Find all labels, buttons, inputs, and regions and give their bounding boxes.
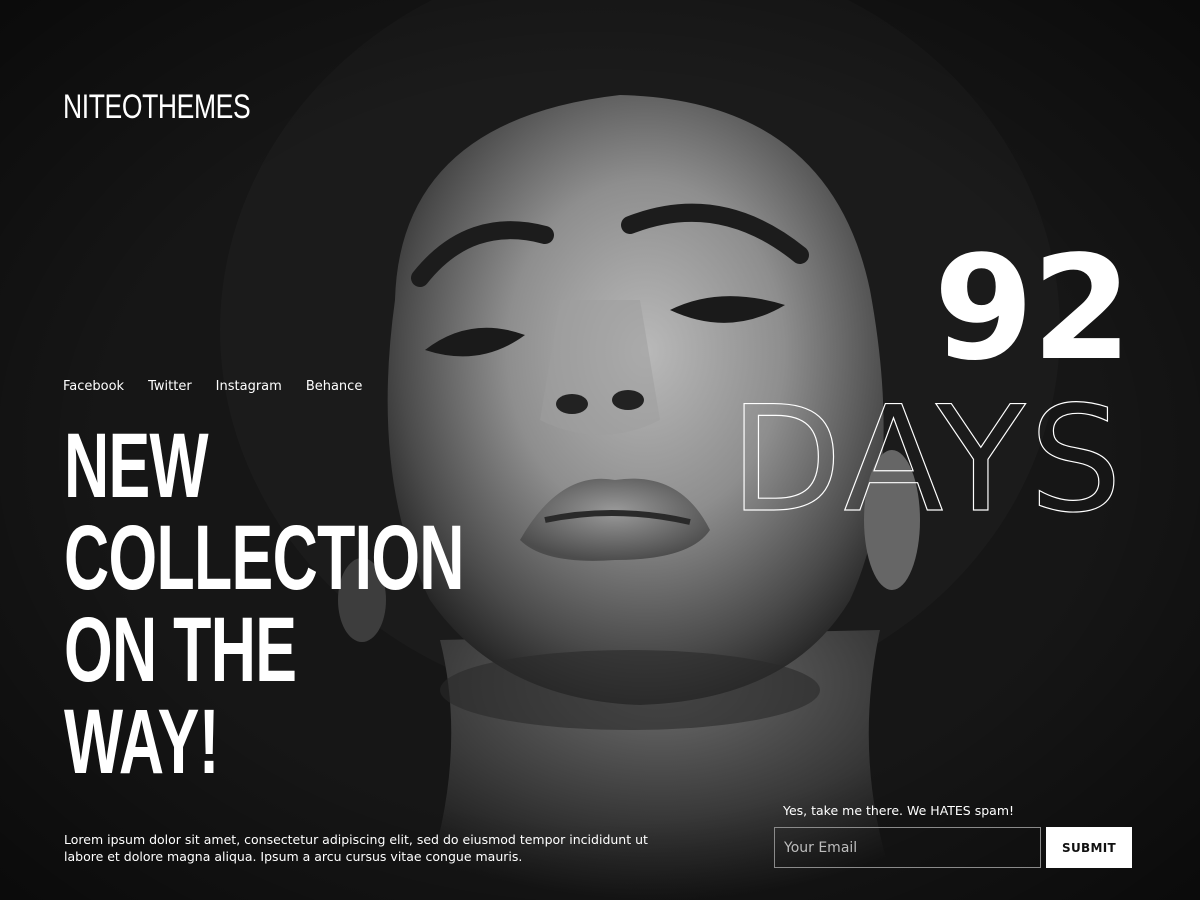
headline-line: ON THE (64, 599, 297, 701)
submit-button[interactable]: SUBMIT (1046, 827, 1132, 868)
facebook-link[interactable]: Facebook (63, 379, 124, 394)
site-logo[interactable]: NITEOTHEMES (63, 88, 251, 127)
countdown-unit: DAYS (729, 374, 1126, 532)
footer-description: Lorem ipsum dolor sit amet, consectetur … (64, 832, 648, 864)
headline-line: NEW (64, 415, 209, 517)
subscribe-label: Yes, take me there. We HATES spam! (783, 803, 1015, 818)
email-field[interactable] (774, 827, 1041, 868)
instagram-link[interactable]: Instagram (216, 379, 282, 394)
social-links: Facebook Twitter Instagram Behance (63, 379, 386, 394)
coming-soon-page: NITEOTHEMES Facebook Twitter Instagram B… (0, 0, 1200, 900)
behance-link[interactable]: Behance (306, 379, 363, 394)
hero-headline: NEW COLLECTION ON THE WAY! (64, 420, 584, 788)
headline-line: COLLECTION (64, 507, 464, 609)
twitter-link[interactable]: Twitter (148, 379, 192, 394)
countdown-unit-text: DAYS (730, 375, 1126, 532)
headline-line: WAY! (64, 691, 220, 793)
countdown-value: 92 (933, 224, 1132, 392)
